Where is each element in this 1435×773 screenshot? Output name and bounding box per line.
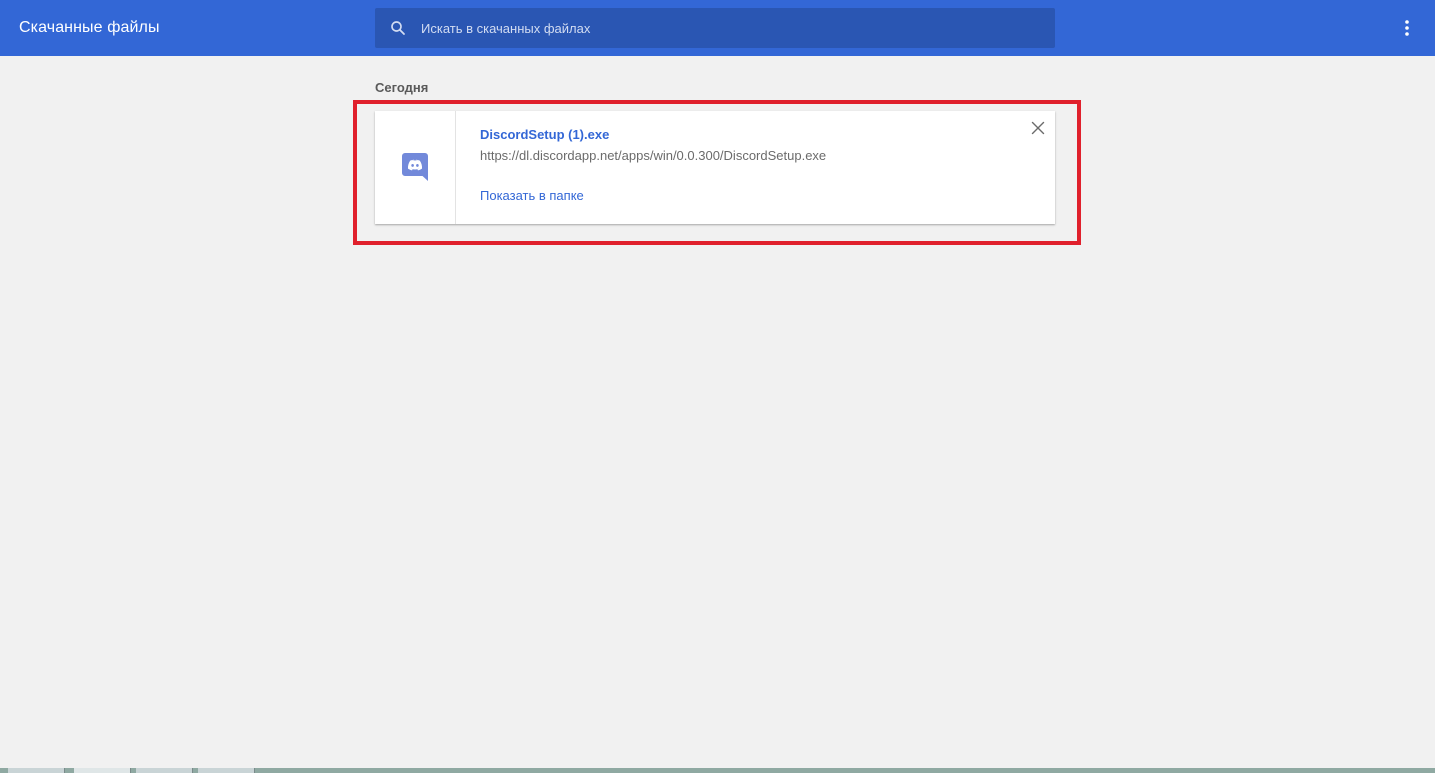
file-icon-column [375, 111, 456, 224]
download-item-card: DiscordSetup (1).exe https://dl.discorda… [375, 111, 1055, 224]
remove-download-button[interactable] [1030, 120, 1046, 136]
show-in-folder-link[interactable]: Показать в папке [480, 188, 584, 203]
file-name-link[interactable]: DiscordSetup (1).exe [480, 127, 609, 142]
taskbar-button[interactable] [8, 768, 65, 773]
os-taskbar [0, 768, 1435, 773]
downloads-toolbar: Скачанные файлы [0, 0, 1435, 56]
close-icon [1031, 121, 1045, 135]
taskbar-button[interactable] [74, 768, 131, 773]
date-section-label: Сегодня [375, 80, 429, 95]
more-menu-button[interactable] [1394, 14, 1420, 42]
page-title: Скачанные файлы [19, 19, 160, 36]
search-input[interactable] [421, 8, 1041, 48]
file-source-url: https://dl.discordapp.net/apps/win/0.0.3… [480, 148, 827, 163]
search-icon [391, 21, 405, 35]
taskbar-button[interactable] [136, 768, 193, 773]
discord-icon [402, 153, 428, 181]
taskbar-button[interactable] [198, 768, 255, 773]
more-vert-icon [1405, 20, 1409, 36]
search-box[interactable] [375, 8, 1055, 48]
